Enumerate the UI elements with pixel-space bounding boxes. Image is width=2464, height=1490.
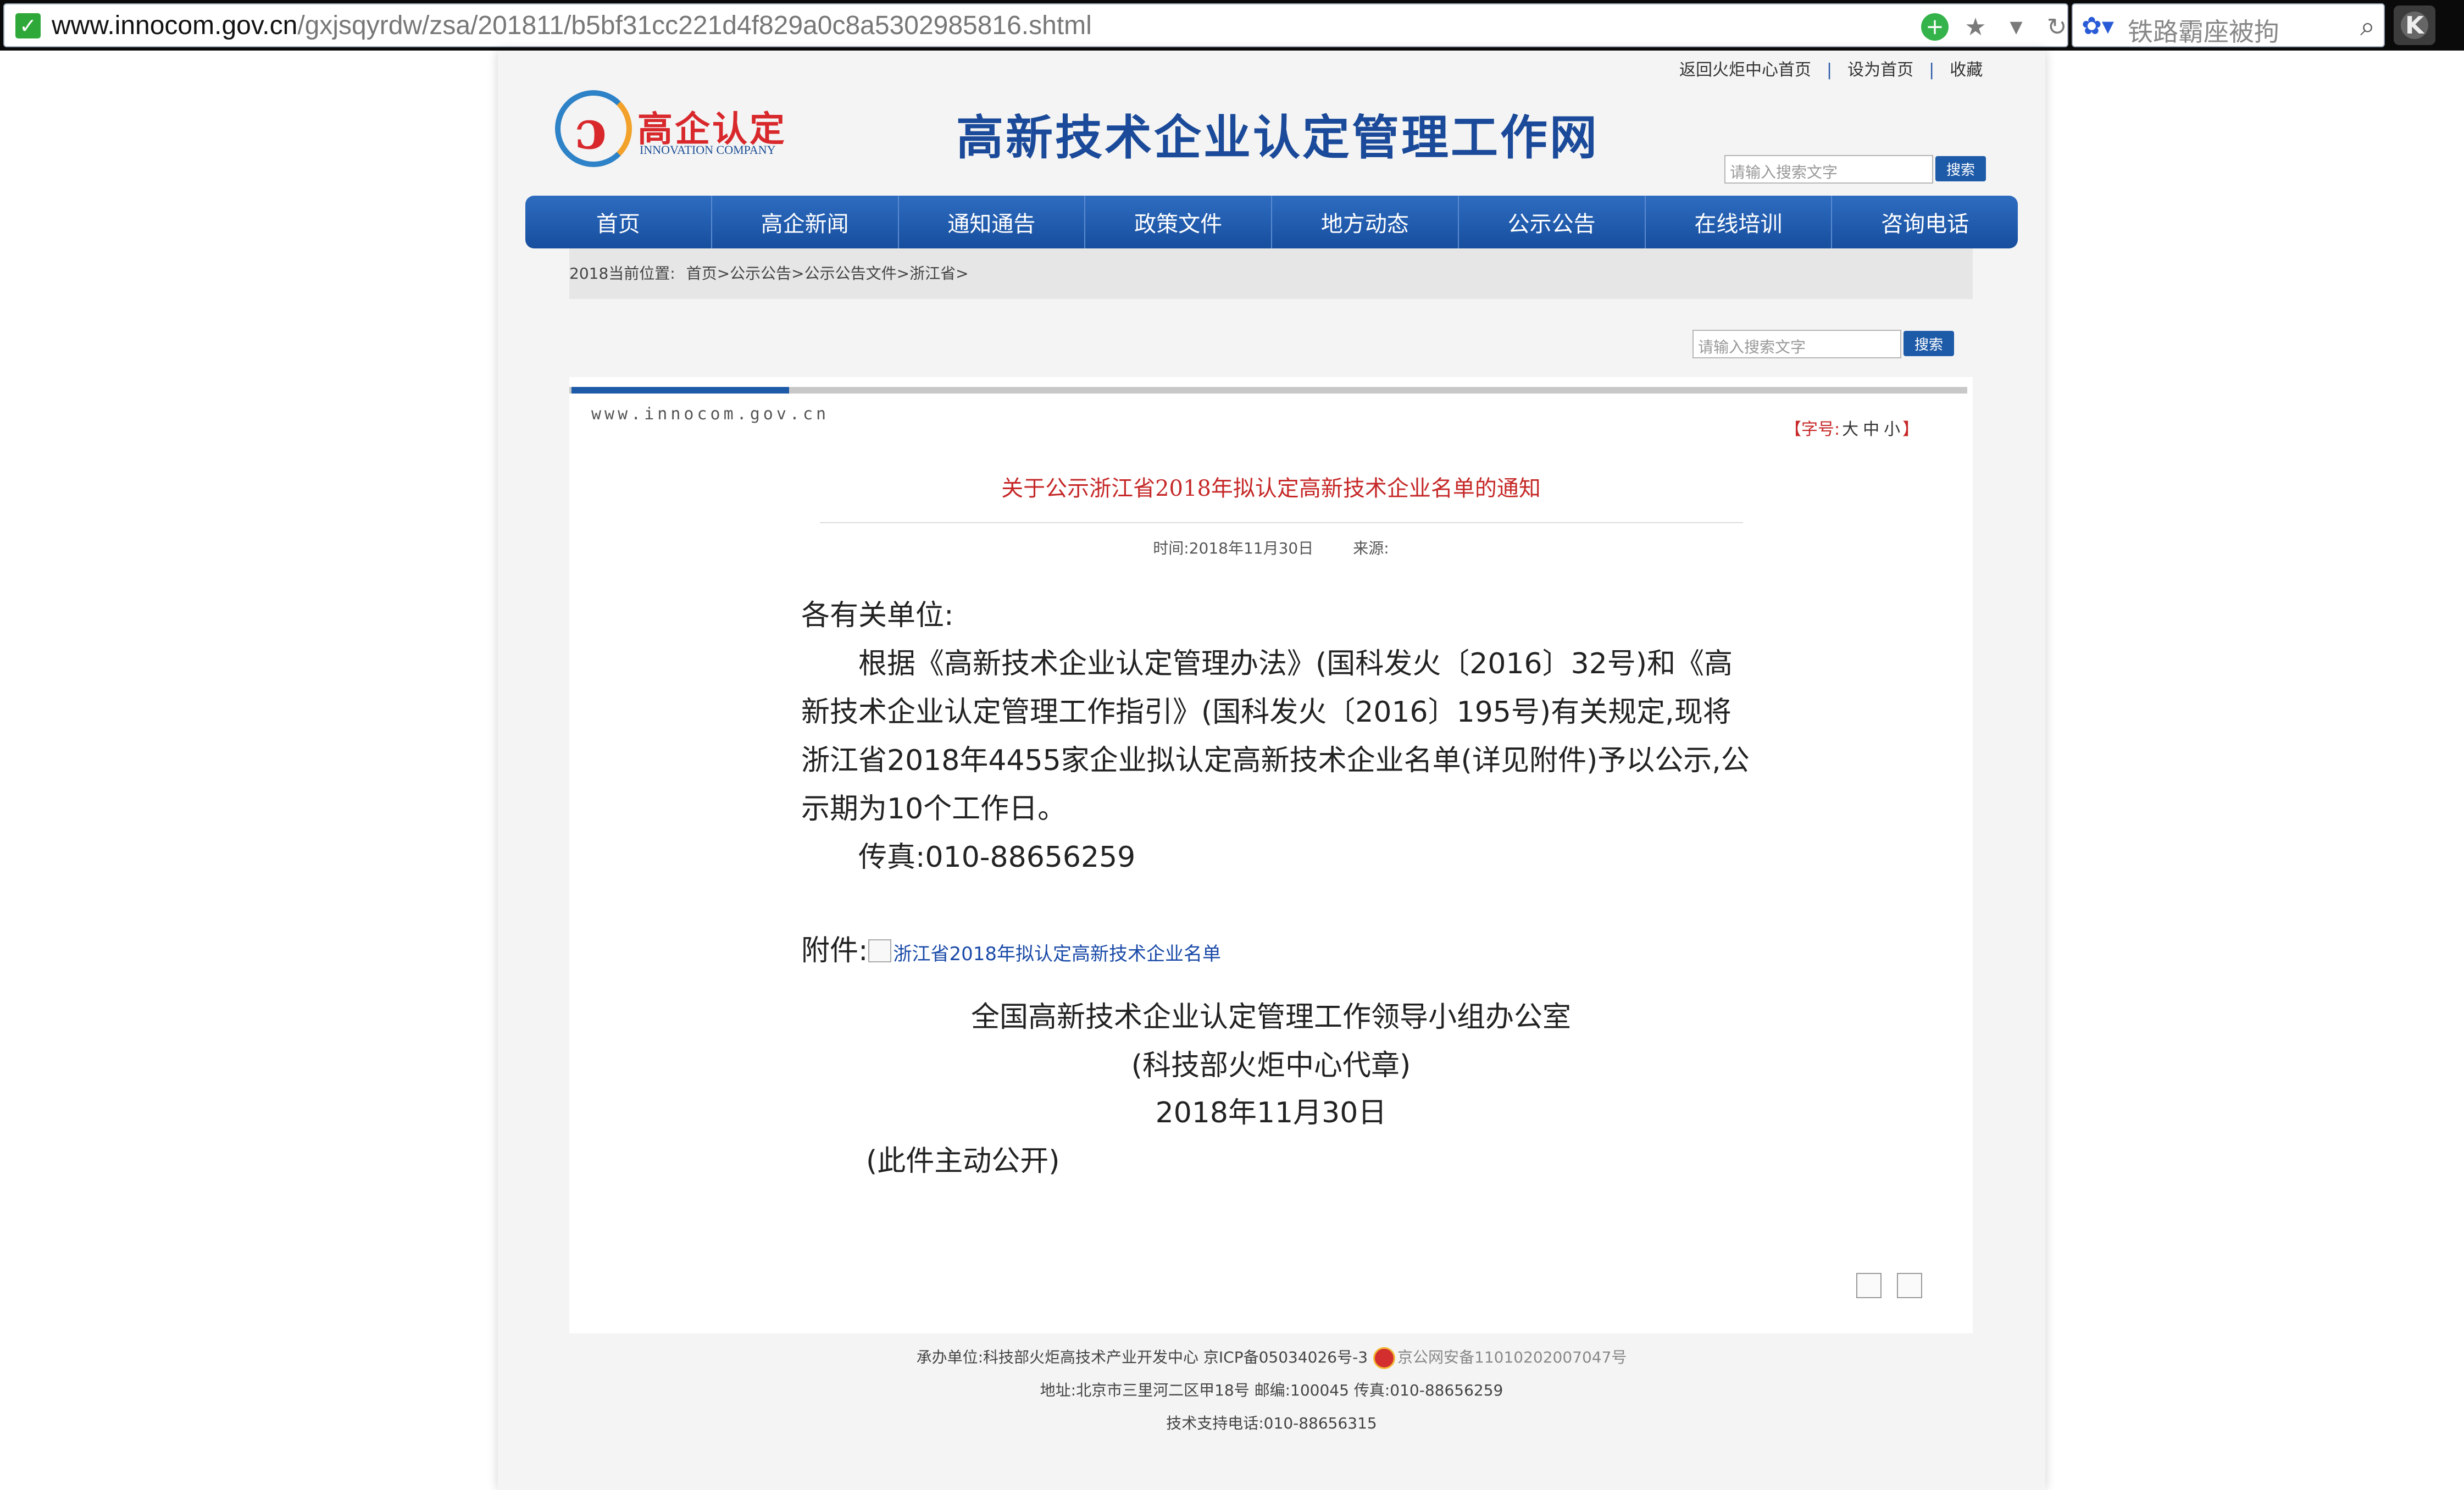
nav-policy[interactable]: 政策文件	[1085, 196, 1272, 248]
nav-home[interactable]: 首页	[525, 196, 712, 248]
font-size-large[interactable]: 大	[1842, 420, 1858, 439]
font-size-controls: 【字号: 大中小】	[1785, 416, 1919, 440]
broken-image-icon	[868, 939, 891, 962]
nav-consult[interactable]: 咨询电话	[1832, 196, 2018, 248]
article-site-url: www.innocom.gov.cn	[591, 405, 830, 424]
salutation: 各有关单位:	[801, 599, 954, 632]
article-title: 关于公示浙江省2018年拟认定高新技术企业名单的通知	[1001, 476, 1541, 501]
content-search-input[interactable]: 请输入搜索文字	[1692, 330, 1901, 358]
url-text[interactable]: www.innocom.gov.cn/gxjsqyrdw/zsa/201811/…	[52, 11, 1092, 41]
footer-police-record[interactable]: 京公网安备11010202007047号	[1397, 1348, 1627, 1366]
police-badge-icon	[1373, 1347, 1396, 1369]
divider: |	[1929, 60, 1935, 80]
nav-local[interactable]: 地方动态	[1272, 196, 1459, 248]
logo-subtitle: INNOVATION COMPANY	[640, 143, 776, 157]
article-source: 来源:	[1353, 539, 1389, 557]
footer-support-phone: 技术支持电话:010-88656315	[1166, 1414, 1377, 1432]
breadcrumb: 2018当前位置: 首页>公示公告>公示公告文件>浙江省>	[569, 248, 1973, 299]
link-bookmark[interactable]: 收藏	[1950, 60, 1983, 80]
content-search-button[interactable]: 搜索	[1904, 331, 1954, 356]
header-search-input[interactable]: 请输入搜索文字	[1724, 155, 1933, 184]
browser-search-box[interactable]: ✿▾ 铁路霸座被拘 ⌕	[2072, 3, 2385, 47]
footer-line-1: 承办单位:科技部火炬高技术产业开发中心 京ICP备05034026号-3 京公网安…	[498, 1341, 2045, 1374]
attachment-link[interactable]: 浙江省2018年拟认定高新技术企业名单	[894, 943, 1222, 965]
font-size-small[interactable]: 小	[1884, 420, 1900, 439]
divider: |	[1827, 60, 1833, 80]
article-meta: 时间:2018年11月30日 来源:	[569, 536, 1973, 558]
nav-announcements[interactable]: 公示公告	[1459, 196, 1646, 248]
top-links: 返回火炬中心首页 | 设为首页 | 收藏	[1676, 56, 1986, 80]
article-tab-bar	[569, 387, 1967, 394]
article-body: 各有关单位: 根据《高新技术企业认定管理办法》(国科发火〔2016〕32号)和《…	[801, 591, 1757, 882]
link-set-homepage[interactable]: 设为首页	[1847, 60, 1913, 80]
secure-check-icon[interactable]: ✓	[15, 13, 41, 38]
title-divider	[820, 522, 1743, 523]
browser-search-text: 铁路霸座被拘	[2128, 17, 2279, 47]
address-bar-icons: + ★ ▼ ↻	[1921, 12, 2071, 42]
article-tab-active	[571, 387, 789, 394]
signature-date: 2018年11月30日	[1155, 1096, 1387, 1129]
attachment-label: 附件:	[801, 934, 868, 967]
font-size-suffix: 】	[1902, 420, 1919, 439]
url-host: www.innocom.gov.cn	[52, 11, 298, 40]
main-nav: 首页 高企新闻 通知通告 政策文件 地方动态 公示公告 在线培训 咨询电话	[525, 196, 2018, 248]
footer-organizer: 承办单位:科技部火炬高技术产业开发中心 京ICP备05034026号-3	[916, 1348, 1368, 1366]
reload-icon[interactable]: ↻	[2043, 13, 2071, 41]
fax-line: 传真:010-88656259	[858, 841, 1136, 874]
add-extension-icon[interactable]: +	[1921, 13, 1949, 41]
article-time: 时间:2018年11月30日	[1153, 539, 1314, 557]
star-icon[interactable]: ★	[1962, 13, 1989, 41]
attachment-row: 附件: 浙江省2018年拟认定高新技术企业名单	[801, 927, 1221, 978]
url-path: /gxjsqyrdw/zsa/201811/b5bf31cc221d4f829a…	[297, 11, 1092, 40]
search-icon[interactable]: ⌕	[2360, 11, 2375, 42]
close-image-icon[interactable]	[1897, 1273, 1922, 1298]
breadcrumb-path[interactable]: 首页>公示公告>公示公告文件>浙江省>	[686, 264, 969, 283]
public-note: (此件主动公开)	[866, 1145, 1060, 1178]
page-footer: 承办单位:科技部火炬高技术产业开发中心 京ICP备05034026号-3 京公网安…	[498, 1341, 2045, 1440]
font-size-medium[interactable]: 中	[1863, 420, 1879, 439]
site-title: 高新技术企业认定管理工作网	[956, 110, 1599, 165]
signature-seal: (科技部火炬中心代章)	[1131, 1049, 1411, 1082]
footer-address: 地址:北京市三里河二区甲18号 邮编:100045 传真:010-8865625…	[1040, 1381, 1503, 1399]
nav-news[interactable]: 高企新闻	[712, 196, 899, 248]
link-back-torch-home[interactable]: 返回火炬中心首页	[1679, 60, 1811, 80]
dropdown-icon[interactable]: ▼	[2002, 13, 2030, 41]
signature-org: 全国高新技术企业认定管理工作领导小组办公室	[970, 1001, 1571, 1034]
k-extension-label: K	[2401, 12, 2428, 40]
browser-toolbar: ✓ www.innocom.gov.cn/gxjsqyrdw/zsa/20181…	[0, 0, 2464, 51]
paw-search-icon[interactable]: ✿▾	[2082, 12, 2114, 40]
header-search-button[interactable]: 搜索	[1935, 156, 1986, 181]
breadcrumb-label: 2018当前位置:	[569, 264, 675, 283]
site-logo[interactable]: ɔ 高企认定 INNOVATION COMPANY	[555, 88, 808, 170]
address-bar[interactable]: ✓ www.innocom.gov.cn/gxjsqyrdw/zsa/20181…	[3, 3, 2068, 47]
nav-notices[interactable]: 通知通告	[899, 196, 1086, 248]
nav-training[interactable]: 在线培训	[1646, 196, 1833, 248]
print-image-icon[interactable]	[1856, 1273, 1882, 1298]
k-extension-icon[interactable]: K	[2394, 5, 2435, 45]
font-size-prefix: 【字号:	[1785, 420, 1840, 439]
main-paragraph: 根据《高新技术企业认定管理办法》(国科发火〔2016〕32号)和《高新技术企业认…	[801, 647, 1750, 826]
article-panel: www.innocom.gov.cn 【字号: 大中小】 关于公示浙江省2018年…	[569, 377, 1973, 1333]
logo-mark-icon: ɔ	[575, 99, 607, 161]
